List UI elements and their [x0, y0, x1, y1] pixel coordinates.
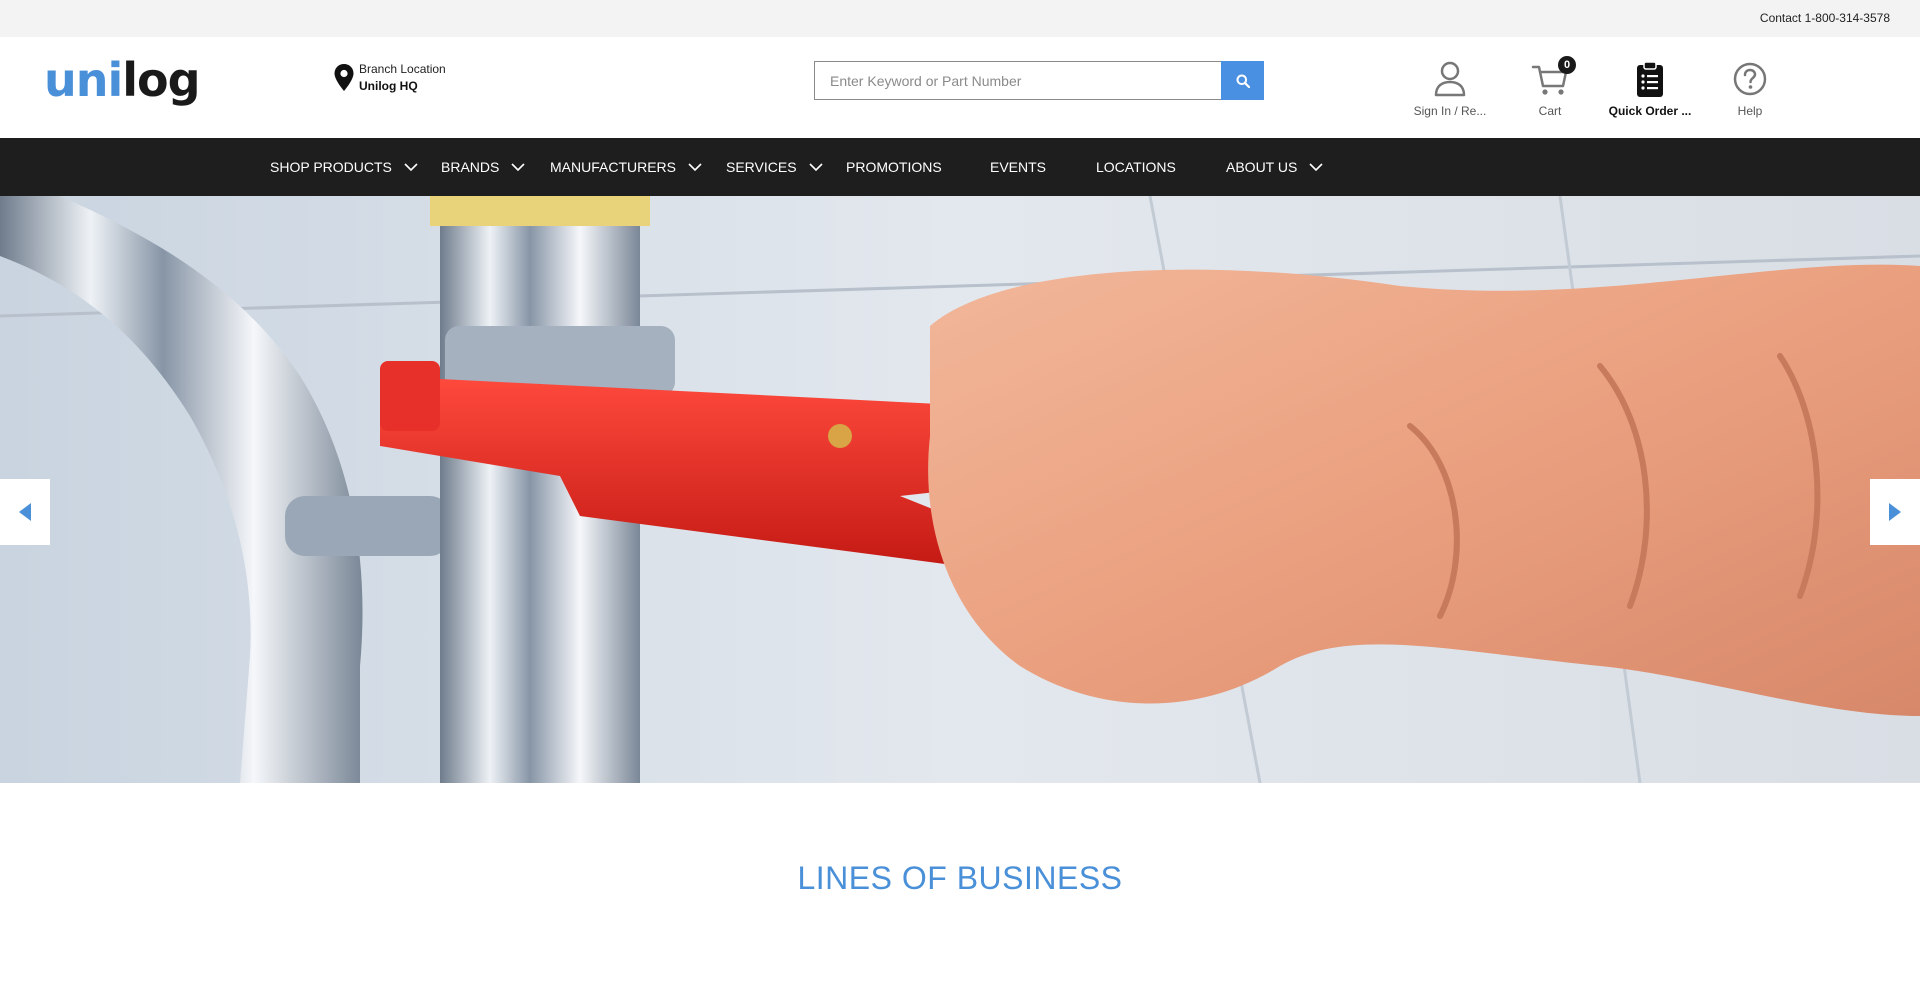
header: unilog Branch Location Unilog HQ Sign In… — [0, 37, 1920, 138]
arrow-left-icon — [19, 503, 31, 521]
nav-label: ABOUT US — [1226, 159, 1298, 175]
main-navigation: SHOP PRODUCTS BRANDS MANUFACTURERS SERVI… — [0, 138, 1920, 196]
clipboard-icon — [1637, 61, 1663, 97]
nav-label: SHOP PRODUCTS — [270, 159, 392, 175]
hero-banner — [0, 196, 1920, 783]
nav-label: BRANDS — [441, 159, 500, 175]
logo[interactable]: unilog — [44, 57, 201, 103]
branch-location-selector[interactable]: Branch Location Unilog HQ — [334, 62, 474, 102]
nav-item-promotions[interactable]: PROMOTIONS — [846, 138, 942, 196]
arrow-right-icon — [1889, 503, 1901, 521]
quick-order-button[interactable]: Quick Order ... — [1595, 59, 1705, 118]
cart-count-badge: 0 — [1558, 56, 1576, 74]
nav-label: PROMOTIONS — [846, 159, 942, 175]
branch-location-value: Unilog HQ — [359, 79, 418, 93]
branch-location-label: Branch Location — [359, 62, 446, 76]
header-actions: Sign In / Re... 0 Cart Quick Order ... H… — [1395, 56, 1815, 119]
quick-order-label: Quick Order ... — [1608, 104, 1692, 118]
nav-item-shop-products[interactable]: SHOP PRODUCTS — [270, 138, 418, 196]
sign-in-label: Sign In / Re... — [1413, 104, 1487, 118]
help-button[interactable]: Help — [1695, 59, 1805, 118]
nav-label: MANUFACTURERS — [550, 159, 677, 175]
cart-label: Cart — [1538, 104, 1562, 118]
search-bar — [814, 61, 1264, 100]
plumbing-wrench-banner-image — [0, 196, 1920, 783]
help-label: Help — [1737, 104, 1763, 118]
nav-item-about-us[interactable]: ABOUT US — [1226, 138, 1323, 196]
chevron-down-icon — [1309, 163, 1323, 172]
section-title-lines-of-business: LINES OF BUSINESS — [797, 860, 1123, 896]
nav-label: LOCATIONS — [1096, 159, 1176, 175]
contact-phone[interactable]: Contact 1-800-314-3578 — [1760, 11, 1890, 25]
nav-item-events[interactable]: EVENTS — [990, 138, 1046, 196]
nav-item-brands[interactable]: BRANDS — [441, 138, 525, 196]
nav-item-services[interactable]: SERVICES — [726, 138, 823, 196]
nav-item-locations[interactable]: LOCATIONS — [1096, 138, 1176, 196]
help-icon — [1733, 62, 1767, 96]
sign-in-button[interactable]: Sign In / Re... — [1395, 59, 1505, 118]
top-bar: Contact 1-800-314-3578 — [0, 0, 1920, 37]
location-pin-icon — [334, 64, 354, 91]
nav-label: EVENTS — [990, 159, 1047, 175]
logo-part-log: log — [122, 53, 200, 107]
chevron-down-icon — [688, 163, 702, 172]
logo-part-uni: uni — [44, 53, 123, 107]
user-icon — [1434, 61, 1466, 97]
carousel-prev-button[interactable] — [0, 479, 50, 545]
nav-label: SERVICES — [726, 159, 797, 175]
cart-button[interactable]: 0 Cart — [1495, 56, 1605, 118]
nav-item-manufacturers[interactable]: MANUFACTURERS — [550, 138, 702, 196]
chevron-down-icon — [404, 163, 418, 172]
search-input[interactable] — [815, 62, 1223, 99]
search-button[interactable] — [1221, 61, 1264, 100]
search-icon — [1236, 74, 1250, 88]
chevron-down-icon — [808, 163, 823, 172]
chevron-down-icon — [511, 163, 525, 172]
carousel-next-button[interactable] — [1870, 479, 1920, 545]
cart-icon-wrap: 0 — [1530, 56, 1576, 99]
